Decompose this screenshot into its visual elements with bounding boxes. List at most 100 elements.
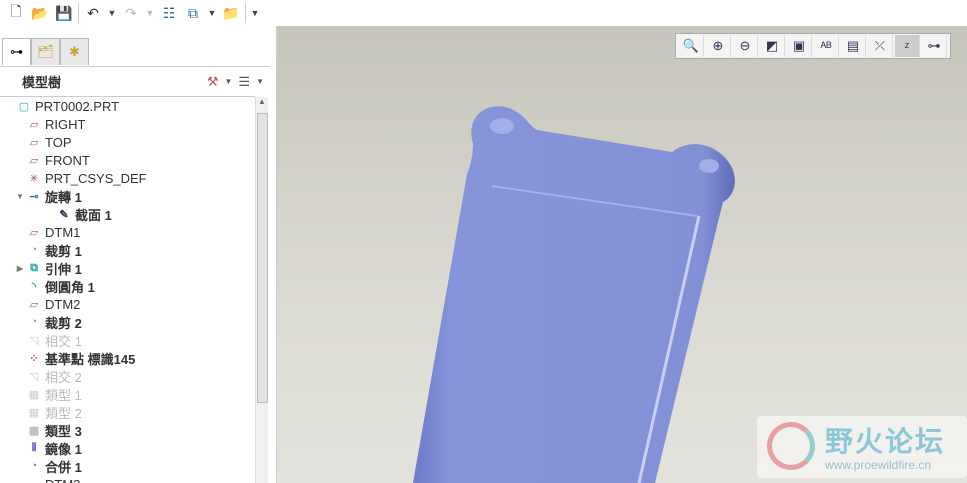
refit-icon[interactable]: 🔍	[679, 35, 704, 57]
tree-item[interactable]: ▱ DTM2	[0, 295, 255, 313]
open-icon[interactable]: 📂	[30, 3, 50, 23]
save-icon[interactable]: 💾	[54, 3, 74, 23]
zoom-out-icon[interactable]: ⊖	[733, 35, 758, 57]
tree-item[interactable]: ✎ 截面 1	[0, 205, 255, 223]
revolve-icon: ⊸	[29, 190, 39, 203]
zoom-in-icon[interactable]: ⊕	[706, 35, 731, 57]
datum-plane-icon: ▱	[26, 477, 42, 483]
datum-plane-icon: ▱	[29, 118, 39, 131]
tree-item-label: 類型 1	[45, 387, 82, 403]
csys-icon: ✳	[29, 172, 39, 185]
tree-item[interactable]: ▱ TOP	[0, 133, 255, 151]
repaint-icon[interactable]: ◩	[760, 35, 785, 57]
view-manager-icon[interactable]: ▤	[841, 35, 866, 57]
show-list-icon[interactable]: ☰	[238, 74, 250, 90]
tree-item[interactable]: ▱ FRONT	[0, 151, 255, 169]
spin-center-icon[interactable]: ⊶	[922, 35, 947, 57]
tree-item-label: DTM1	[45, 224, 81, 240]
expand-arrow-icon[interactable]: ▶	[14, 264, 26, 273]
intersect-icon: ◹	[29, 334, 39, 347]
regenerate-icon[interactable]: ☷	[159, 3, 179, 23]
tree-item-label: 引伸 1	[45, 261, 82, 277]
tree-item-label: 裁剪 1	[45, 243, 82, 259]
chevron-down-icon[interactable]: ▼	[225, 77, 233, 86]
main-toolbar: 🗋 📂 💾 ↶ ▼ ↷ ▼ ☷ ⧉ ▼ 📁 ▼	[0, 0, 967, 26]
part-icon: ▢	[18, 100, 30, 113]
close-window-icon[interactable]: 📁	[221, 3, 241, 23]
saved-views-icon[interactable]: ᴬᴮ	[814, 35, 839, 57]
style-icon: ▦	[28, 388, 40, 401]
intersect-icon: ◹	[29, 370, 39, 383]
settings-tools-icon[interactable]: ⚒	[207, 74, 219, 90]
tree-item[interactable]: ▦ 類型 3	[0, 421, 255, 439]
tree-scrollbar[interactable]: ▲	[255, 97, 268, 483]
undo-dropdown-icon[interactable]: ▼	[107, 3, 117, 23]
tree-item[interactable]: ▦ 類型 1	[0, 385, 255, 403]
lobe-highlight	[699, 159, 719, 173]
tree-item[interactable]: ▱ RIGHT	[0, 115, 255, 133]
expand-arrow-icon[interactable]: ▼	[14, 192, 26, 201]
datum-plane-icon: ▱	[29, 298, 39, 311]
datum-point-icon: ⁘	[29, 352, 39, 365]
new-icon[interactable]: 🗋	[6, 3, 26, 23]
tree-item[interactable]: ✳ PRT_CSYS_DEF	[0, 169, 255, 187]
round-icon: ◝	[31, 280, 37, 293]
scroll-thumb[interactable]	[257, 113, 268, 403]
tree-item-label: 相交 1	[45, 333, 82, 349]
customize-icon[interactable]: ▼	[250, 3, 260, 23]
tree-item-label: 截面 1	[75, 207, 112, 223]
style-icon: ▦	[28, 406, 40, 419]
favorites-tab[interactable]: ✱	[60, 38, 89, 65]
tree-item[interactable]: ▦ 類型 2	[0, 403, 255, 421]
tree-item[interactable]: ▢ PRT0002.PRT	[0, 97, 255, 115]
tree-item[interactable]: ⫴ 鏡像 1	[0, 439, 255, 457]
navigator-panel: ⊶ 🗂 ✱ 模型樹 ⚒ ▼ ☰ ▼ ▢ PRT0002.PRT ▱ RIGHT ▱ TOP…	[0, 26, 277, 483]
tree-item[interactable]: ◔ 合併 1	[0, 457, 255, 475]
lobe-highlight	[490, 118, 514, 134]
folder-browser-tab[interactable]: 🗂	[31, 38, 60, 65]
model-tree: ▢ PRT0002.PRT ▱ RIGHT ▱ TOP ▱ FRONT ✳ PRT_CSYS_DE…	[0, 96, 255, 483]
tree-item[interactable]: ◹ 相交 1	[0, 331, 255, 349]
tree-item-label: PRT0002.PRT	[35, 98, 120, 114]
tree-item-label: 旋轉 1	[45, 189, 82, 205]
windows-dropdown-icon[interactable]: ▼	[207, 3, 217, 23]
datum-plane-icon: ▱	[29, 154, 39, 167]
tree-item-label: 相交 2	[45, 369, 82, 385]
tree-item[interactable]: ▶ ⧉ 引伸 1	[0, 259, 255, 277]
tree-item[interactable]: ⁘ 基準點 標識145	[0, 349, 255, 367]
model-tree-header: 模型樹 ⚒ ▼ ☰ ▼	[0, 66, 270, 96]
model-tree-tab[interactable]: ⊶	[2, 38, 31, 65]
tree-item-label: TOP	[45, 134, 72, 150]
tree-item[interactable]: ◔ 裁剪 2	[0, 313, 255, 331]
tree-item[interactable]: ◝ 倒圓角 1	[0, 277, 255, 295]
tree-item[interactable]: ◹ 相交 2	[0, 367, 255, 385]
tree-item[interactable]: ▼ ⊸ 旋轉 1	[0, 187, 255, 205]
undo-icon[interactable]: ↶	[83, 3, 103, 23]
graphics-viewport[interactable]: 🔍 ⊕ ⊖ ◩ ▣ ᴬᴮ ▤ ⤫ ᶻ ⊶ 野火论坛 www.proewildfire.cn	[277, 26, 967, 483]
trim-icon: ◔	[30, 244, 38, 256]
tree-item-label: 倒圓角 1	[45, 279, 95, 295]
merge-icon: ◔	[30, 460, 38, 472]
sketch-icon: ✎	[59, 208, 69, 221]
tree-item[interactable]: ◔ 裁剪 1	[0, 241, 255, 259]
redo-dropdown-icon[interactable]: ▼	[145, 3, 155, 23]
tree-item[interactable]: ▱DTM3	[0, 475, 255, 483]
datum-display-icon[interactable]: ⤫	[868, 35, 893, 57]
windows-icon[interactable]: ⧉	[183, 3, 203, 23]
view-toolbar: 🔍 ⊕ ⊖ ◩ ▣ ᴬᴮ ▤ ⤫ ᶻ ⊶	[675, 33, 951, 59]
chevron-down-icon[interactable]: ▼	[256, 77, 264, 86]
plate-part	[413, 106, 735, 483]
watermark-url: www.proewildfire.cn	[825, 458, 932, 472]
tree-item-label: 類型 2	[45, 405, 82, 421]
trim-icon: ◔	[30, 316, 38, 328]
extrude-icon: ⧉	[30, 261, 38, 274]
display-style-icon[interactable]: ▣	[787, 35, 812, 57]
scroll-up-arrow[interactable]: ▲	[256, 97, 268, 111]
tree-item-label: 合併 1	[45, 459, 82, 475]
tree-item-label: FRONT	[45, 152, 90, 168]
model-tree-title: 模型樹	[22, 75, 62, 90]
tree-item-label: 基準點 標識145	[45, 351, 136, 367]
tree-item[interactable]: ▱ DTM1	[0, 223, 255, 241]
redo-icon[interactable]: ↷	[121, 3, 141, 23]
annotation-display-icon[interactable]: ᶻ	[895, 35, 920, 57]
